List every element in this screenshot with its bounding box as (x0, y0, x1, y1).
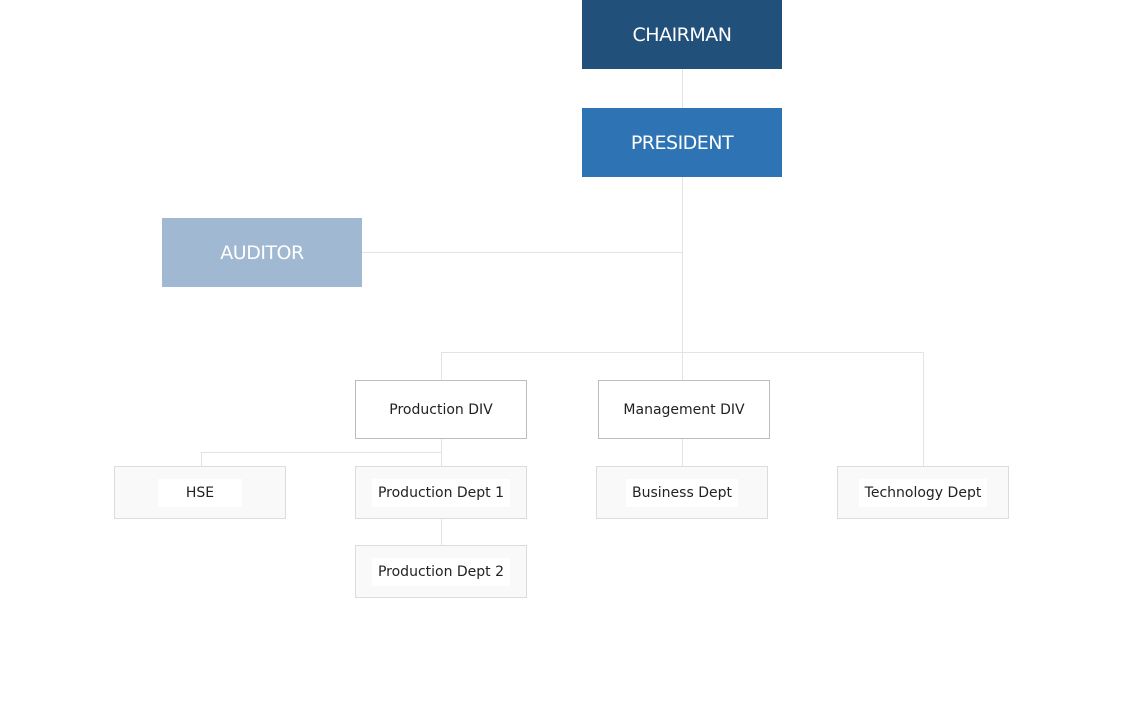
connector-line (682, 439, 683, 466)
management-div-node: Management DIV (598, 380, 770, 439)
auditor-node: AUDITOR (162, 218, 362, 287)
connector-line (441, 439, 442, 466)
production-dept-1-node: Production Dept 1 (355, 466, 527, 519)
business-dept-node: Business Dept (596, 466, 768, 519)
connector-line (201, 452, 441, 453)
chairman-node: CHAIRMAN (582, 0, 782, 69)
hse-label: HSE (157, 478, 243, 507)
connector-line (362, 252, 682, 253)
production-dept-2-node: Production Dept 2 (355, 545, 527, 598)
production-dept-1-label: Production Dept 1 (371, 478, 511, 507)
president-node: PRESIDENT (582, 108, 782, 177)
technology-dept-node: Technology Dept (837, 466, 1009, 519)
connector-line (441, 352, 442, 380)
connector-line (201, 452, 202, 466)
hse-node: HSE (114, 466, 286, 519)
connector-line (682, 352, 683, 380)
connector-line (923, 352, 924, 466)
technology-dept-label: Technology Dept (858, 478, 988, 507)
connector-line (441, 518, 442, 545)
business-dept-label: Business Dept (626, 478, 738, 507)
production-dept-2-label: Production Dept 2 (371, 557, 511, 586)
production-div-node: Production DIV (355, 380, 527, 439)
